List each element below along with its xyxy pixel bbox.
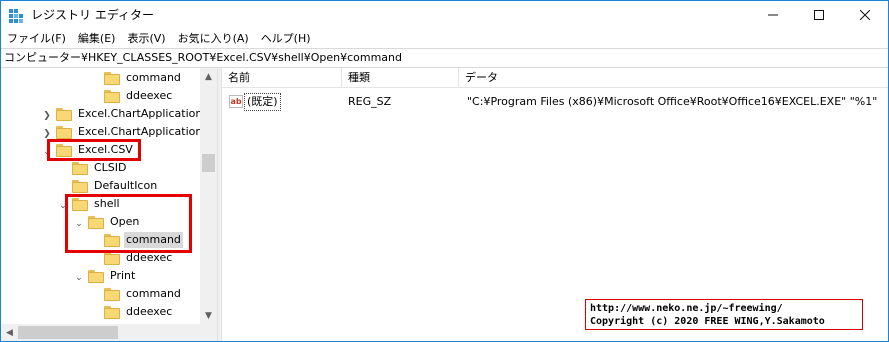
tree-horizontal-scrollbar[interactable]: ◀: [1, 324, 217, 341]
chevron-down-icon[interactable]: ⌄: [74, 273, 84, 283]
tree-item-label: Print: [110, 269, 136, 282]
tree-item-defaulticon[interactable]: DefaultIcon: [72, 177, 159, 195]
highlight-box-excel-csv: [47, 139, 141, 161]
tree-item-command-1[interactable]: command: [104, 69, 183, 87]
folder-icon: [56, 107, 72, 121]
menu-bar: ファイル(F) 編集(E) 表示(V) お気に入り(A) ヘルプ(H): [1, 29, 888, 48]
scroll-down-arrow-icon[interactable]: ▼: [200, 307, 217, 324]
tree-item-ddeexec-1[interactable]: ddeexec: [104, 87, 174, 105]
registry-editor-app-icon: [9, 9, 23, 23]
registry-editor-window: レジストリ エディター ファイル(F) 編集(E) 表示(V) お気に入り(A)…: [0, 0, 889, 342]
tree-item-label: CLSID: [94, 161, 127, 174]
tree-vertical-scrollbar[interactable]: ▲ ▼: [200, 68, 217, 324]
highlight-box-shell-open-command: [65, 194, 192, 253]
scroll-thumb[interactable]: [202, 154, 215, 172]
folder-icon: [56, 125, 72, 139]
close-button[interactable]: [842, 1, 888, 29]
chevron-right-icon[interactable]: ❯: [42, 129, 52, 139]
tree-item-command-3[interactable]: command: [104, 285, 183, 303]
menu-favorites[interactable]: お気に入り(A): [172, 29, 255, 48]
scroll-thumb[interactable]: [18, 326, 118, 339]
tree-item-excel-chartapplication[interactable]: Excel.ChartApplication: [56, 105, 204, 123]
tree-item-label: command: [126, 287, 181, 300]
column-header-data[interactable]: データ: [459, 68, 888, 88]
folder-icon: [104, 287, 120, 301]
svg-text:ab: ab: [231, 97, 242, 106]
maximize-button[interactable]: [796, 1, 842, 29]
address-path[interactable]: コンピューター¥HKEY_CLASSES_ROOT¥Excel.CSV¥shel…: [4, 50, 402, 66]
column-header-type[interactable]: 種類: [342, 68, 459, 88]
folder-icon: [72, 179, 88, 193]
title-bar[interactable]: レジストリ エディター: [1, 1, 888, 29]
tree-item-label: ddeexec: [126, 89, 173, 102]
value-data: "C:¥Program Files (x86)¥Microsoft Office…: [467, 95, 878, 108]
tree-item-label: ddeexec: [126, 305, 173, 318]
menu-view[interactable]: 表示(V): [121, 29, 171, 48]
folder-icon: [88, 269, 104, 283]
list-header: 名前 種類 データ: [222, 68, 888, 88]
scroll-left-arrow-icon[interactable]: ◀: [1, 324, 18, 341]
chevron-right-icon[interactable]: ❯: [42, 111, 52, 121]
tree-item-label: Excel.ChartApplication: [78, 107, 203, 120]
list-row[interactable]: ab (既定) REG_SZ "C:¥Program Files (x86)¥M…: [222, 93, 888, 111]
menu-file[interactable]: ファイル(F): [1, 29, 72, 48]
scroll-up-arrow-icon[interactable]: ▲: [200, 68, 217, 85]
folder-icon: [104, 89, 120, 103]
minimize-icon: [768, 14, 778, 16]
minimize-button[interactable]: [750, 1, 796, 29]
folder-icon: [104, 71, 120, 85]
tree-item-ddeexec-3[interactable]: ddeexec: [104, 303, 174, 321]
folder-icon: [72, 161, 88, 175]
copyright-text: Copyright (c) 2020 FREE WING,Y.Sakamoto: [590, 316, 825, 327]
window-title: レジストリ エディター: [31, 8, 154, 22]
folder-icon: [104, 305, 120, 319]
menu-help[interactable]: ヘルプ(H): [255, 29, 317, 48]
string-value-icon: ab: [229, 95, 243, 108]
tree-item-label: Excel.ChartApplication.1: [78, 125, 213, 138]
address-bar[interactable]: コンピューター¥HKEY_CLASSES_ROOT¥Excel.CSV¥shel…: [1, 48, 888, 68]
folder-icon: [104, 251, 120, 265]
value-name: (既定): [244, 93, 281, 111]
tree-item-print[interactable]: Print: [88, 267, 137, 285]
copyright-url: http://www.neko.ne.jp/~freewing/: [590, 303, 783, 314]
close-icon: [860, 10, 870, 20]
menu-edit[interactable]: 編集(E): [72, 29, 122, 48]
value-type: REG_SZ: [348, 95, 392, 108]
tree-item-label: DefaultIcon: [94, 179, 158, 192]
tree-item-label: command: [126, 71, 181, 84]
copyright-overlay: http://www.neko.ne.jp/~freewing/ Copyrig…: [585, 299, 863, 330]
column-header-name[interactable]: 名前: [222, 68, 342, 88]
maximize-icon: [814, 10, 824, 20]
tree-item-clsid[interactable]: CLSID: [72, 159, 129, 177]
